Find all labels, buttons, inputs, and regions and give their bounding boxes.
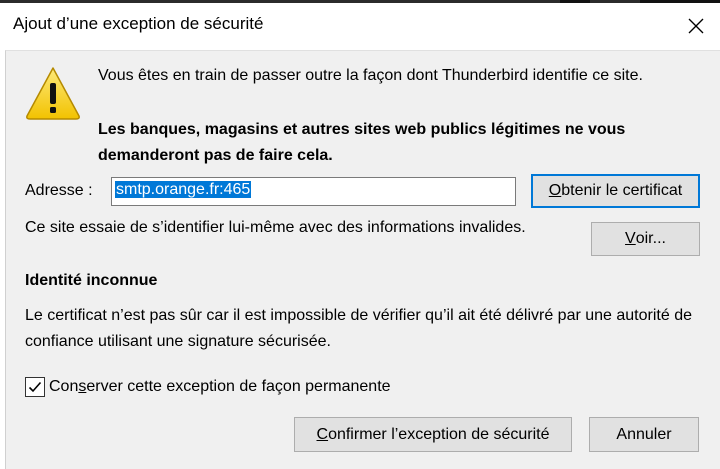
permanent-checkbox[interactable]	[25, 377, 45, 397]
get-certificate-button[interactable]: Obtenir le certificat	[531, 174, 700, 208]
close-icon	[688, 18, 704, 34]
top-strip	[0, 0, 720, 3]
permanent-label: Conserver cette exception de façon perma…	[49, 378, 391, 396]
accesskey: O	[548, 182, 562, 199]
strip-segment	[560, 0, 590, 3]
permanent-exception-row[interactable]: Conserver cette exception de façon perma…	[25, 377, 391, 397]
confirm-exception-button[interactable]: Confirmer l’exception de sécurité	[294, 417, 572, 452]
label-rest: erver cette exception de façon permanent…	[86, 378, 391, 395]
address-label: Adresse :	[25, 182, 93, 199]
view-certificate-button[interactable]: Voir...	[591, 222, 700, 256]
identity-heading: Identité inconnue	[25, 272, 158, 289]
invalid-identity-text: Ce site essaie de s’identifier lui-même …	[25, 219, 526, 236]
strip-segment	[640, 0, 720, 3]
label-prefix: Con	[49, 378, 79, 395]
address-input[interactable]: smtp.orange.fr:465	[111, 177, 516, 206]
intro-message: Vous êtes en train de passer outre la fa…	[98, 67, 643, 84]
button-label: oir...	[635, 230, 666, 247]
accesskey: V	[625, 230, 636, 247]
window-title: Ajout d’une exception de sécurité	[13, 14, 264, 33]
checkmark-icon	[28, 381, 42, 393]
address-value: smtp.orange.fr:465	[115, 181, 252, 198]
button-label: onfirmer l’exception de sécurité	[328, 425, 550, 443]
warning-message: Les banques, magasins et autres sites we…	[98, 121, 626, 164]
warning-triangle-icon	[26, 67, 80, 120]
cancel-button[interactable]: Annuler	[589, 417, 699, 452]
accesskey: C	[316, 425, 329, 443]
title-bar: Ajout d’une exception de sécurité	[0, 0, 720, 50]
close-button[interactable]	[676, 8, 716, 44]
security-exception-dialog: Vous êtes en train de passer outre la fa…	[5, 50, 720, 469]
button-label: btenir le certificat	[561, 182, 683, 199]
identity-description: Le certificat n’est pas sûr car il est i…	[25, 307, 692, 350]
